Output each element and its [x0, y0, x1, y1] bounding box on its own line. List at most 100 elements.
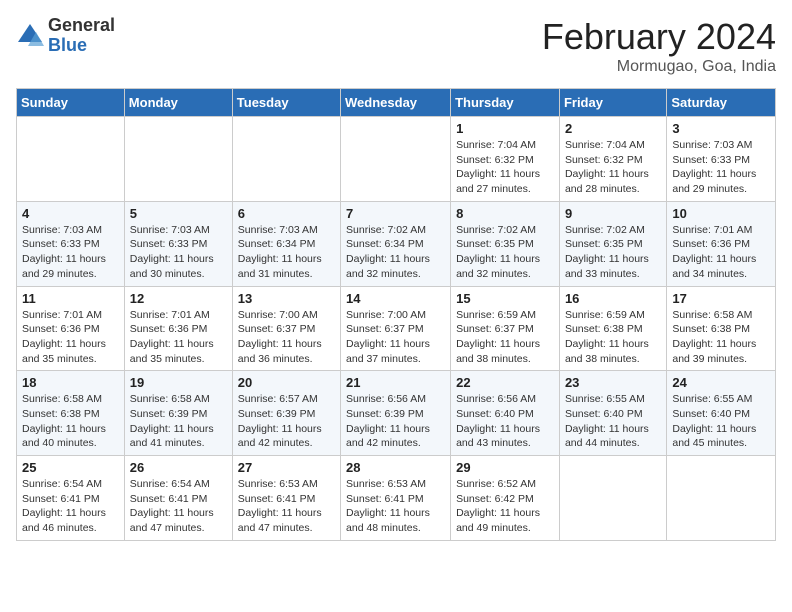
calendar-cell: 18 Sunrise: 6:58 AMSunset: 6:38 PMDayligh…	[17, 371, 125, 456]
calendar-cell: 4 Sunrise: 7:03 AMSunset: 6:33 PMDaylight…	[17, 201, 125, 286]
day-info: Sunrise: 7:01 AMSunset: 6:36 PMDaylight:…	[22, 308, 119, 367]
day-number: 4	[22, 206, 119, 221]
calendar-cell: 2 Sunrise: 7:04 AMSunset: 6:32 PMDaylight…	[559, 117, 666, 202]
day-number: 2	[565, 121, 661, 136]
day-number: 12	[130, 291, 227, 306]
day-number: 26	[130, 460, 227, 475]
day-info: Sunrise: 6:56 AMSunset: 6:40 PMDaylight:…	[456, 392, 554, 451]
calendar-cell: 6Sunrise: 7:03 AMSunset: 6:34 PMDaylight…	[232, 201, 340, 286]
weekday-header-row: SundayMondayTuesdayWednesdayThursdayFrid…	[17, 89, 776, 117]
day-info: Sunrise: 7:01 AMSunset: 6:36 PMDaylight:…	[672, 223, 770, 282]
day-info: Sunrise: 7:04 AMSunset: 6:32 PMDaylight:…	[565, 138, 661, 197]
day-number: 20	[238, 375, 335, 390]
calendar-cell: 3 Sunrise: 7:03 AMSunset: 6:33 PMDaylight…	[667, 117, 776, 202]
calendar-cell: 29Sunrise: 6:52 AMSunset: 6:42 PMDayligh…	[451, 456, 560, 541]
day-info: Sunrise: 6:53 AMSunset: 6:41 PMDaylight:…	[238, 477, 335, 536]
day-info: Sunrise: 6:55 AMSunset: 6:40 PMDaylight:…	[565, 392, 661, 451]
day-number: 14	[346, 291, 445, 306]
title-block: February 2024 Mormugao, Goa, India	[542, 16, 776, 76]
weekday-header-saturday: Saturday	[667, 89, 776, 117]
day-number: 6	[238, 206, 335, 221]
calendar-cell: 10 Sunrise: 7:01 AMSunset: 6:36 PMDayligh…	[667, 201, 776, 286]
calendar-cell: 8 Sunrise: 7:02 AMSunset: 6:35 PMDaylight…	[451, 201, 560, 286]
calendar-cell	[124, 117, 232, 202]
calendar-week-row: 18 Sunrise: 6:58 AMSunset: 6:38 PMDayligh…	[17, 371, 776, 456]
day-number: 10	[672, 206, 770, 221]
day-info: Sunrise: 6:56 AMSunset: 6:39 PMDaylight:…	[346, 392, 445, 451]
day-info: Sunrise: 7:03 AMSunset: 6:33 PMDaylight:…	[672, 138, 770, 197]
day-number: 21	[346, 375, 445, 390]
day-info: Sunrise: 7:04 AMSunset: 6:32 PMDaylight:…	[456, 138, 554, 197]
calendar-cell: 13 Sunrise: 7:00 AMSunset: 6:37 PMDayligh…	[232, 286, 340, 371]
day-number: 23	[565, 375, 661, 390]
day-info: Sunrise: 7:02 AMSunset: 6:35 PMDaylight:…	[565, 223, 661, 282]
day-number: 22	[456, 375, 554, 390]
logo-general: General	[48, 16, 115, 36]
weekday-header-tuesday: Tuesday	[232, 89, 340, 117]
weekday-header-monday: Monday	[124, 89, 232, 117]
calendar-week-row: 4 Sunrise: 7:03 AMSunset: 6:33 PMDaylight…	[17, 201, 776, 286]
calendar-cell: 19 Sunrise: 6:58 AMSunset: 6:39 PMDayligh…	[124, 371, 232, 456]
logo-icon	[16, 22, 44, 50]
logo-blue: Blue	[48, 36, 115, 56]
weekday-header-thursday: Thursday	[451, 89, 560, 117]
calendar-cell: 5Sunrise: 7:03 AMSunset: 6:33 PMDaylight…	[124, 201, 232, 286]
day-number: 13	[238, 291, 335, 306]
calendar-week-row: 25 Sunrise: 6:54 AMSunset: 6:41 PMDayligh…	[17, 456, 776, 541]
day-number: 27	[238, 460, 335, 475]
day-info: Sunrise: 6:54 AMSunset: 6:41 PMDaylight:…	[22, 477, 119, 536]
day-info: Sunrise: 7:02 AMSunset: 6:35 PMDaylight:…	[456, 223, 554, 282]
calendar-week-row: 11 Sunrise: 7:01 AMSunset: 6:36 PMDayligh…	[17, 286, 776, 371]
day-number: 11	[22, 291, 119, 306]
day-info: Sunrise: 6:58 AMSunset: 6:39 PMDaylight:…	[130, 392, 227, 451]
day-number: 25	[22, 460, 119, 475]
day-info: Sunrise: 6:53 AMSunset: 6:41 PMDaylight:…	[346, 477, 445, 536]
calendar-cell	[232, 117, 340, 202]
calendar-cell: 20Sunrise: 6:57 AMSunset: 6:39 PMDayligh…	[232, 371, 340, 456]
calendar-cell: 15Sunrise: 6:59 AMSunset: 6:37 PMDayligh…	[451, 286, 560, 371]
calendar-cell: 28 Sunrise: 6:53 AMSunset: 6:41 PMDayligh…	[341, 456, 451, 541]
calendar-cell: 9Sunrise: 7:02 AMSunset: 6:35 PMDaylight…	[559, 201, 666, 286]
day-info: Sunrise: 6:54 AMSunset: 6:41 PMDaylight:…	[130, 477, 227, 536]
calendar-subtitle: Mormugao, Goa, India	[542, 58, 776, 76]
logo: General Blue	[16, 16, 115, 56]
calendar-cell: 22 Sunrise: 6:56 AMSunset: 6:40 PMDayligh…	[451, 371, 560, 456]
page-header: General Blue February 2024 Mormugao, Goa…	[16, 16, 776, 76]
day-number: 29	[456, 460, 554, 475]
day-info: Sunrise: 6:55 AMSunset: 6:40 PMDaylight:…	[672, 392, 770, 451]
weekday-header-sunday: Sunday	[17, 89, 125, 117]
day-number: 8	[456, 206, 554, 221]
day-number: 16	[565, 291, 661, 306]
weekday-header-friday: Friday	[559, 89, 666, 117]
day-info: Sunrise: 7:03 AMSunset: 6:33 PMDaylight:…	[130, 223, 227, 282]
day-info: Sunrise: 7:00 AMSunset: 6:37 PMDaylight:…	[238, 308, 335, 367]
calendar-cell: 25 Sunrise: 6:54 AMSunset: 6:41 PMDayligh…	[17, 456, 125, 541]
calendar-title: February 2024	[542, 16, 776, 58]
calendar-cell: 27 Sunrise: 6:53 AMSunset: 6:41 PMDayligh…	[232, 456, 340, 541]
day-info: Sunrise: 6:58 AMSunset: 6:38 PMDaylight:…	[22, 392, 119, 451]
calendar-cell: 16Sunrise: 6:59 AMSunset: 6:38 PMDayligh…	[559, 286, 666, 371]
calendar-cell	[341, 117, 451, 202]
calendar-cell: 11 Sunrise: 7:01 AMSunset: 6:36 PMDayligh…	[17, 286, 125, 371]
calendar-cell: 17 Sunrise: 6:58 AMSunset: 6:38 PMDayligh…	[667, 286, 776, 371]
calendar-cell: 24 Sunrise: 6:55 AMSunset: 6:40 PMDayligh…	[667, 371, 776, 456]
weekday-header-wednesday: Wednesday	[341, 89, 451, 117]
day-number: 24	[672, 375, 770, 390]
day-number: 15	[456, 291, 554, 306]
calendar-cell: 21 Sunrise: 6:56 AMSunset: 6:39 PMDayligh…	[341, 371, 451, 456]
calendar-cell	[667, 456, 776, 541]
calendar-cell: 1 Sunrise: 7:04 AMSunset: 6:32 PMDaylight…	[451, 117, 560, 202]
day-info: Sunrise: 7:03 AMSunset: 6:33 PMDaylight:…	[22, 223, 119, 282]
day-number: 28	[346, 460, 445, 475]
day-info: Sunrise: 7:00 AMSunset: 6:37 PMDaylight:…	[346, 308, 445, 367]
calendar-cell: 23 Sunrise: 6:55 AMSunset: 6:40 PMDayligh…	[559, 371, 666, 456]
day-number: 3	[672, 121, 770, 136]
day-number: 7	[346, 206, 445, 221]
day-info: Sunrise: 6:58 AMSunset: 6:38 PMDaylight:…	[672, 308, 770, 367]
day-number: 1	[456, 121, 554, 136]
day-info: Sunrise: 7:01 AMSunset: 6:36 PMDaylight:…	[130, 308, 227, 367]
day-number: 18	[22, 375, 119, 390]
day-number: 17	[672, 291, 770, 306]
calendar-cell	[17, 117, 125, 202]
day-number: 19	[130, 375, 227, 390]
